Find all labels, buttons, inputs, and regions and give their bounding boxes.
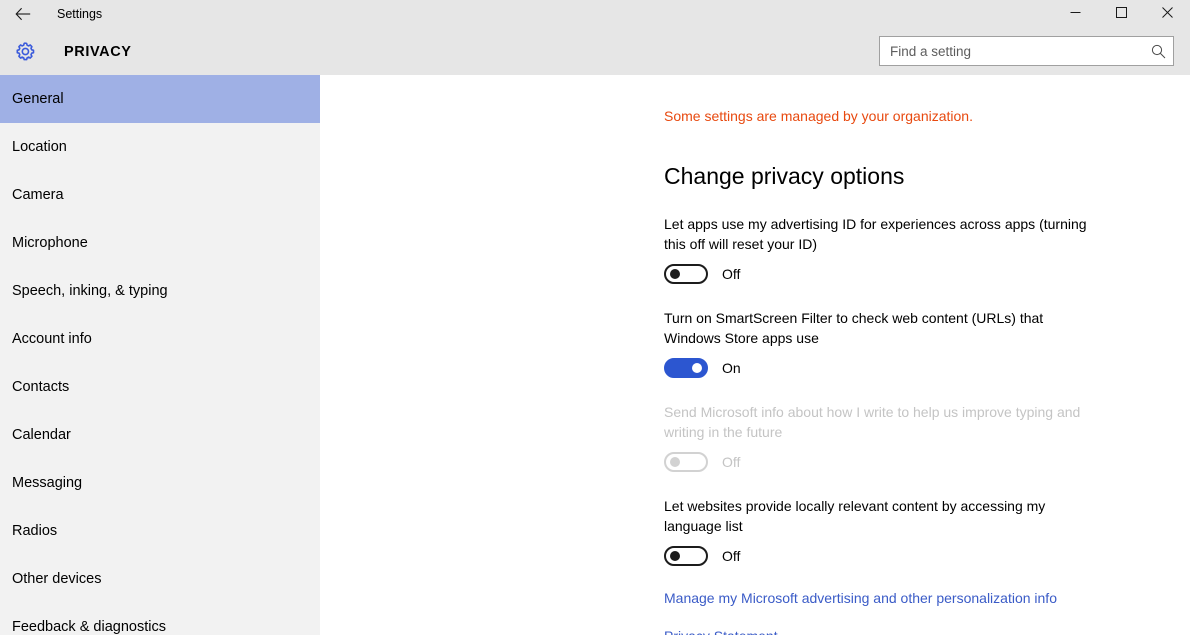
sidebar-item-other-devices[interactable]: Other devices [0, 555, 320, 603]
close-icon [1161, 5, 1173, 23]
window-controls [1052, 0, 1190, 28]
page-title: PRIVACY [64, 43, 132, 60]
sidebar-item-label: Contacts [12, 379, 70, 395]
content-area: General Location Camera Microphone Speec… [0, 75, 1190, 635]
toggle-knob [670, 457, 680, 468]
sidebar-item-general[interactable]: General [0, 75, 320, 123]
setting-label: Turn on SmartScreen Filter to check web … [664, 310, 1044, 347]
close-button[interactable] [1144, 0, 1190, 28]
sidebar-item-label: Camera [12, 187, 64, 203]
minimize-icon [1070, 5, 1081, 23]
toggle-state-label: Off [722, 266, 741, 283]
toggle-row: Off [664, 452, 1134, 473]
minimize-button[interactable] [1052, 0, 1098, 28]
title-bar: Settings [0, 0, 1190, 28]
sidebar-item-label: Other devices [12, 571, 102, 587]
back-button[interactable] [0, 0, 46, 28]
sidebar-item-messaging[interactable]: Messaging [0, 459, 320, 507]
settings-main-pane: Some settings are managed by your organi… [320, 75, 1190, 635]
app-header: PRIVACY [0, 28, 1190, 75]
sidebar-item-label: General [12, 91, 64, 107]
maximize-button[interactable] [1098, 0, 1144, 28]
settings-sidebar: General Location Camera Microphone Speec… [0, 75, 320, 635]
setting-advertising-id: Let apps use my advertising ID for exper… [664, 214, 1134, 285]
toggle-row: On [664, 358, 1134, 379]
language-list-toggle[interactable] [664, 546, 708, 567]
privacy-statement-link[interactable]: Privacy Statement [664, 628, 778, 635]
search-input[interactable] [880, 38, 1143, 64]
sidebar-item-speech-inking-typing[interactable]: Speech, inking, & typing [0, 267, 320, 315]
manage-advertising-link[interactable]: Manage my Microsoft advertising and othe… [664, 590, 1057, 606]
sidebar-item-feedback-diagnostics[interactable]: Feedback & diagnostics [0, 603, 320, 635]
organization-notice: Some settings are managed by your organi… [664, 108, 973, 124]
setting-language-list: Let websites provide locally relevant co… [664, 496, 1134, 567]
window-title: Settings [57, 7, 103, 21]
sidebar-item-label: Microphone [12, 235, 88, 251]
smartscreen-filter-toggle[interactable] [664, 358, 708, 379]
toggle-row: Off [664, 546, 1134, 567]
setting-label: Send Microsoft info about how I write to… [664, 404, 1081, 441]
toggle-knob [670, 551, 680, 562]
advertising-id-toggle[interactable] [664, 264, 708, 285]
sidebar-item-label: Feedback & diagnostics [12, 619, 166, 635]
section-heading: Change privacy options [664, 163, 905, 189]
toggle-knob [670, 269, 680, 280]
gear-icon [1, 40, 48, 64]
sidebar-item-label: Location [12, 139, 67, 155]
sidebar-item-camera[interactable]: Camera [0, 171, 320, 219]
sidebar-item-label: Account info [12, 331, 92, 347]
writing-info-toggle [664, 452, 708, 473]
search-icon[interactable] [1143, 44, 1173, 59]
toggle-state-label: Off [722, 454, 741, 471]
toggle-row: Off [664, 264, 1134, 285]
setting-writing-info: Send Microsoft info about how I write to… [664, 402, 1134, 473]
sidebar-item-label: Speech, inking, & typing [12, 283, 168, 299]
toggle-knob [692, 363, 702, 374]
sidebar-item-label: Radios [12, 523, 58, 539]
sidebar-item-label: Messaging [12, 475, 83, 491]
sidebar-item-radios[interactable]: Radios [0, 507, 320, 555]
sidebar-item-contacts[interactable]: Contacts [0, 363, 320, 411]
setting-smartscreen-filter: Turn on SmartScreen Filter to check web … [664, 308, 1134, 379]
sidebar-item-location[interactable]: Location [0, 123, 320, 171]
search-box[interactable] [879, 36, 1174, 66]
setting-label: Let apps use my advertising ID for exper… [664, 216, 1087, 253]
toggle-state-label: Off [722, 548, 741, 565]
setting-label: Let websites provide locally relevant co… [664, 498, 1046, 535]
sidebar-item-account-info[interactable]: Account info [0, 315, 320, 363]
sidebar-item-calendar[interactable]: Calendar [0, 411, 320, 459]
sidebar-item-microphone[interactable]: Microphone [0, 219, 320, 267]
back-arrow-icon [15, 7, 31, 21]
toggle-state-label: On [722, 360, 741, 377]
maximize-icon [1115, 5, 1127, 23]
sidebar-item-label: Calendar [12, 427, 71, 443]
